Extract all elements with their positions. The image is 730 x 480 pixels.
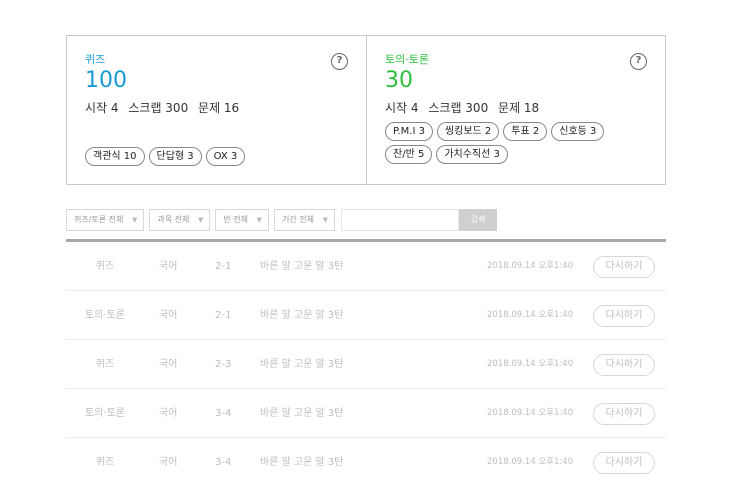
row-class: 2-3 (215, 359, 232, 370)
debate-tag[interactable]: 투표 2 (503, 122, 548, 141)
debate-tag[interactable]: 씽킹보드 2 (436, 122, 500, 141)
retry-button[interactable]: 다시하기 (593, 403, 655, 425)
type-filter-value: 퀴즈/토론 전체 (74, 215, 124, 224)
list-item: 퀴즈 국어 2-1 바른 말 고운 말 3탄 2018.09.14 오후1:40… (66, 242, 666, 291)
row-type: 퀴즈 (95, 261, 115, 272)
quiz-card-stats: 시작 4 스크랩 300 문제 16 (85, 100, 366, 116)
row-title[interactable]: 바른 말 고운 말 3탄 (260, 438, 343, 480)
debate-tag[interactable]: 가치수직선 3 (436, 145, 508, 164)
search-input[interactable] (341, 209, 459, 231)
quiz-tag[interactable]: 단답형 3 (148, 147, 202, 166)
retry-button[interactable]: 다시하기 (593, 452, 655, 474)
row-title[interactable]: 바른 말 고운 말 3탄 (260, 291, 343, 340)
row-type: 토의·토론 (85, 408, 125, 419)
debate-tag[interactable]: 신호등 3 (551, 122, 605, 141)
search-button[interactable]: 검색 (459, 209, 497, 231)
subject-filter-value: 과목 전체 (157, 215, 190, 224)
debate-tag[interactable]: P.M.I 3 (385, 122, 433, 141)
debate-card-label: 토의·토론 (385, 53, 429, 66)
list-item: 퀴즈 국어 2-3 바른 말 고운 말 3탄 2018.09.14 오후1:40… (66, 340, 666, 389)
chevron-down-icon: ▼ (132, 216, 138, 224)
row-date: 2018.09.14 오후1:40 (487, 457, 574, 467)
debate-stat-scrap: 스크랩 300 (428, 101, 489, 115)
row-type: 퀴즈 (95, 457, 115, 468)
question-mark-icon[interactable]: ? (331, 53, 348, 70)
quiz-stat-start: 시작 4 (85, 101, 119, 115)
row-title[interactable]: 바른 말 고운 말 3탄 (260, 242, 343, 291)
class-filter-value: 반 전체 (223, 215, 249, 224)
row-class: 2-1 (215, 310, 232, 321)
row-subject: 국어 (159, 310, 178, 321)
quiz-tag[interactable]: OX 3 (205, 147, 246, 166)
row-title[interactable]: 바른 말 고운 말 3탄 (260, 389, 343, 438)
activity-list: 퀴즈 국어 2-1 바른 말 고운 말 3탄 2018.09.14 오후1:40… (66, 242, 666, 480)
subject-filter-select[interactable]: 과목 전체 ▼ (149, 209, 211, 231)
filter-bar: 퀴즈/토론 전체 ▼ 과목 전체 ▼ 반 전체 ▼ 기간 전체 ▼ 검색 (66, 208, 497, 232)
chevron-down-icon: ▼ (322, 216, 328, 224)
retry-button[interactable]: 다시하기 (593, 354, 655, 376)
row-class: 3-4 (215, 408, 232, 419)
class-filter-select[interactable]: 반 전체 ▼ (215, 209, 270, 231)
retry-button[interactable]: 다시하기 (593, 256, 655, 278)
debate-card-count: 30 (385, 68, 413, 93)
retry-button[interactable]: 다시하기 (593, 305, 655, 327)
quiz-summary-card: 퀴즈 100 시작 4 스크랩 300 문제 16 ? 객관식 10 단답형 3… (67, 36, 366, 184)
row-type: 토의·토론 (85, 310, 125, 321)
row-subject: 국어 (159, 359, 178, 370)
row-date: 2018.09.14 오후1:40 (487, 359, 574, 369)
debate-tag-list: P.M.I 3 씽킹보드 2 투표 2 신호등 3 찬/반 5 가치수직선 3 (385, 122, 645, 164)
row-subject: 국어 (159, 261, 178, 272)
debate-summary-card: 토의·토론 30 시작 4 스크랩 300 문제 18 ? P.M.I 3 씽킹… (366, 36, 665, 184)
chevron-down-icon: ▼ (256, 216, 263, 224)
row-class: 3-4 (215, 457, 232, 468)
period-filter-select[interactable]: 기간 전체 ▼ (274, 209, 335, 231)
row-date: 2018.09.14 오후1:40 (487, 310, 574, 320)
period-filter-value: 기간 전체 (282, 215, 314, 224)
debate-stat-questions: 문제 18 (498, 101, 540, 115)
row-title[interactable]: 바른 말 고운 말 3탄 (260, 340, 343, 389)
debate-card-stats: 시작 4 스크랩 300 문제 18 (385, 100, 665, 116)
debate-tag[interactable]: 찬/반 5 (385, 145, 433, 164)
summary-panel: 퀴즈 100 시작 4 스크랩 300 문제 16 ? 객관식 10 단답형 3… (66, 35, 666, 185)
quiz-card-label: 퀴즈 (85, 53, 106, 66)
row-subject: 국어 (159, 408, 178, 419)
list-item: 퀴즈 국어 3-4 바른 말 고운 말 3탄 2018.09.14 오후1:40… (66, 438, 666, 480)
row-class: 2-1 (215, 261, 232, 272)
chevron-down-icon: ▼ (198, 216, 204, 224)
debate-stat-start: 시작 4 (385, 101, 419, 115)
list-item: 토의·토론 국어 3-4 바른 말 고운 말 3탄 2018.09.14 오후1… (66, 389, 666, 438)
quiz-tag[interactable]: 객관식 10 (85, 147, 145, 166)
type-filter-select[interactable]: 퀴즈/토론 전체 ▼ (66, 209, 145, 231)
row-date: 2018.09.14 오후1:40 (487, 261, 574, 271)
row-subject: 국어 (159, 457, 178, 468)
quiz-stat-scrap: 스크랩 300 (128, 101, 189, 115)
row-type: 퀴즈 (95, 359, 115, 370)
quiz-card-count: 100 (85, 68, 127, 93)
list-item: 토의·토론 국어 2-1 바른 말 고운 말 3탄 2018.09.14 오후1… (66, 291, 666, 340)
row-date: 2018.09.14 오후1:40 (487, 408, 574, 418)
quiz-tag-list: 객관식 10 단답형 3 OX 3 (85, 147, 345, 166)
quiz-stat-questions: 문제 16 (198, 101, 240, 115)
question-mark-icon[interactable]: ? (630, 53, 647, 70)
